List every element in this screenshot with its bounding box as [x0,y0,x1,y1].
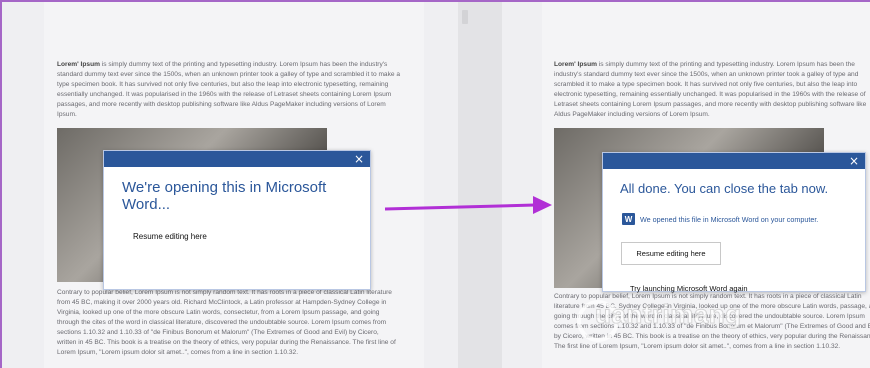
watermark-text: uantrimang [595,299,742,330]
arrow-shaft [384,203,536,211]
arrow-head [533,196,552,214]
